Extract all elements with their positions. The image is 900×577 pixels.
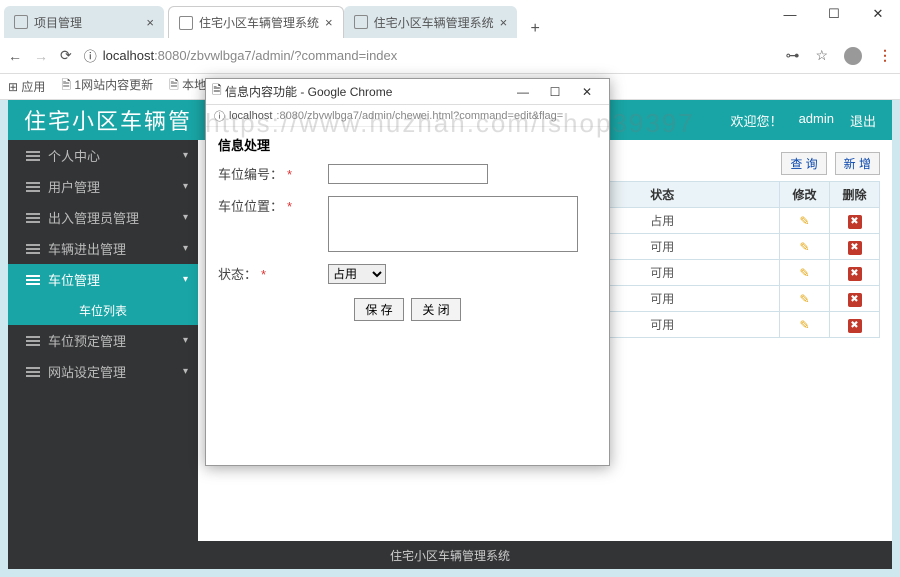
tab-label: 住宅小区车辆管理系统 xyxy=(374,14,494,31)
minimize-icon[interactable]: — xyxy=(768,7,812,22)
maximize-icon[interactable]: ☐ xyxy=(812,6,856,22)
sidebar-item[interactable]: 车辆进出管理 ▾ xyxy=(8,233,198,264)
chevron-down-icon: ▾ xyxy=(183,366,188,377)
popup-window: 🗎 信息内容功能 - Google Chrome — ☐ ✕ ⓘ localho… xyxy=(205,78,610,466)
chevron-down-icon: ▾ xyxy=(183,335,188,346)
page-icon xyxy=(354,15,368,29)
window-controls: — ☐ ✕ xyxy=(768,0,900,28)
edit-icon[interactable]: ✎ xyxy=(799,266,809,280)
logout-link[interactable]: 退出 xyxy=(850,111,876,130)
field-label-id: 车位编号：* xyxy=(218,164,328,184)
close-icon[interactable]: × xyxy=(146,15,154,30)
sidebar-item-label: 网站设定管理 xyxy=(48,362,126,381)
menu-icon xyxy=(26,365,40,379)
edit-icon[interactable]: ✎ xyxy=(799,318,809,332)
close-icon[interactable]: × xyxy=(325,15,333,30)
field-label-loc: 车位位置：* xyxy=(218,196,328,252)
menu-icon[interactable]: ⋮ xyxy=(878,47,892,64)
reload-icon[interactable]: ⟳ xyxy=(60,47,72,64)
page-icon xyxy=(179,16,193,30)
browser-tab-strip: 项目管理 × 住宅小区车辆管理系统 × 住宅小区车辆管理系统 × + — ☐ ✕ xyxy=(0,0,900,38)
menu-icon xyxy=(26,180,40,194)
menu-icon xyxy=(26,273,40,287)
avatar-icon[interactable] xyxy=(844,47,862,65)
browser-tab[interactable]: 项目管理 × xyxy=(4,6,164,38)
save-button[interactable]: 保 存 xyxy=(354,298,403,321)
forward-icon[interactable]: → xyxy=(34,48,48,64)
close-icon[interactable]: ✕ xyxy=(856,6,900,22)
maximize-icon[interactable]: ☐ xyxy=(539,80,571,104)
popup-title-text: 信息内容功能 - Google Chrome xyxy=(225,83,392,100)
popup-address: ⓘ localhost:8080/zbvwlbga7/admin/chewei.… xyxy=(206,105,609,127)
chevron-down-icon: ▾ xyxy=(183,150,188,161)
tab-label: 住宅小区车辆管理系统 xyxy=(199,14,319,31)
edit-icon[interactable]: ✎ xyxy=(799,214,809,228)
welcome-text: 欢迎您！ xyxy=(731,111,783,130)
star-icon[interactable]: ☆ xyxy=(815,47,828,64)
chevron-down-icon: ▾ xyxy=(183,274,188,285)
sidebar-item[interactable]: 车位管理 ▾ xyxy=(8,264,198,295)
parking-id-input[interactable] xyxy=(328,164,488,184)
chevron-down-icon: ▾ xyxy=(183,243,188,254)
close-icon[interactable]: ✕ xyxy=(571,80,603,104)
info-icon[interactable]: ⓘ xyxy=(84,46,97,65)
key-icon[interactable]: ⊶ xyxy=(785,47,799,64)
tab-label: 项目管理 xyxy=(34,14,82,31)
new-tab-button[interactable]: + xyxy=(521,20,549,38)
delete-icon[interactable]: ✖ xyxy=(848,293,862,307)
sidebar-item[interactable]: 网站设定管理 ▾ xyxy=(8,356,198,387)
sidebar-item[interactable]: 车位预定管理 ▾ xyxy=(8,325,198,356)
browser-tab-active[interactable]: 住宅小区车辆管理系统 × xyxy=(168,6,344,38)
close-icon[interactable]: × xyxy=(500,15,508,30)
add-button[interactable]: 新 增 xyxy=(835,152,880,175)
app-footer: 住宅小区车辆管理系统 xyxy=(8,541,892,569)
user-link[interactable]: admin xyxy=(799,111,834,130)
minimize-icon[interactable]: — xyxy=(507,80,539,104)
edit-icon[interactable]: ✎ xyxy=(799,292,809,306)
field-label-status: 状态：* xyxy=(218,264,328,284)
sidebar-sub-item[interactable]: 车位列表 xyxy=(8,295,198,325)
sidebar-item-label: 车辆进出管理 xyxy=(48,239,126,258)
menu-icon xyxy=(26,211,40,225)
search-button[interactable]: 查 询 xyxy=(781,152,826,175)
sidebar-item-label: 个人中心 xyxy=(48,146,100,165)
page-icon xyxy=(14,15,28,29)
chevron-down-icon: ▾ xyxy=(183,181,188,192)
status-select[interactable]: 占用 xyxy=(328,264,386,284)
delete-icon[interactable]: ✖ xyxy=(848,241,862,255)
delete-icon[interactable]: ✖ xyxy=(848,319,862,333)
sidebar-item[interactable]: 出入管理员管理 ▾ xyxy=(8,202,198,233)
col-delete: 删除 xyxy=(830,182,880,208)
parking-location-input[interactable] xyxy=(328,196,578,252)
delete-icon[interactable]: ✖ xyxy=(848,267,862,281)
sidebar-item[interactable]: 个人中心 ▾ xyxy=(8,140,198,171)
browser-tab[interactable]: 住宅小区车辆管理系统 × xyxy=(344,6,518,38)
sidebar-item-label: 用户管理 xyxy=(48,177,100,196)
edit-icon[interactable]: ✎ xyxy=(799,240,809,254)
col-edit: 修改 xyxy=(780,182,830,208)
sidebar: 个人中心▾用户管理▾出入管理员管理▾车辆进出管理▾车位管理▾车位列表车位预定管理… xyxy=(8,140,198,541)
sidebar-item[interactable]: 用户管理 ▾ xyxy=(8,171,198,202)
popup-titlebar[interactable]: 🗎 信息内容功能 - Google Chrome — ☐ ✕ xyxy=(206,79,609,105)
menu-icon xyxy=(26,242,40,256)
sidebar-item-label: 出入管理员管理 xyxy=(48,208,139,227)
sidebar-item-label: 车位管理 xyxy=(48,270,100,289)
sidebar-item-label: 车位预定管理 xyxy=(48,331,126,350)
close-button[interactable]: 关 闭 xyxy=(411,298,460,321)
address-bar[interactable]: ⓘ localhost:8080/zbvwlbga7/admin/?comman… xyxy=(84,46,774,65)
bookmark-item[interactable]: 🗎 1网站内容更新 xyxy=(61,76,153,97)
menu-icon xyxy=(26,149,40,163)
chevron-down-icon: ▾ xyxy=(183,212,188,223)
menu-icon xyxy=(26,334,40,348)
apps-icon[interactable]: ⊞ 应用 xyxy=(8,78,45,95)
popup-heading: 信息处理 xyxy=(218,135,597,154)
browser-toolbar: ← → ⟳ ⓘ localhost:8080/zbvwlbga7/admin/?… xyxy=(0,38,900,74)
page-icon: 🗎 xyxy=(212,81,222,102)
app-title: 住宅小区车辆管 xyxy=(24,104,192,136)
delete-icon[interactable]: ✖ xyxy=(848,215,862,229)
back-icon[interactable]: ← xyxy=(8,48,22,64)
